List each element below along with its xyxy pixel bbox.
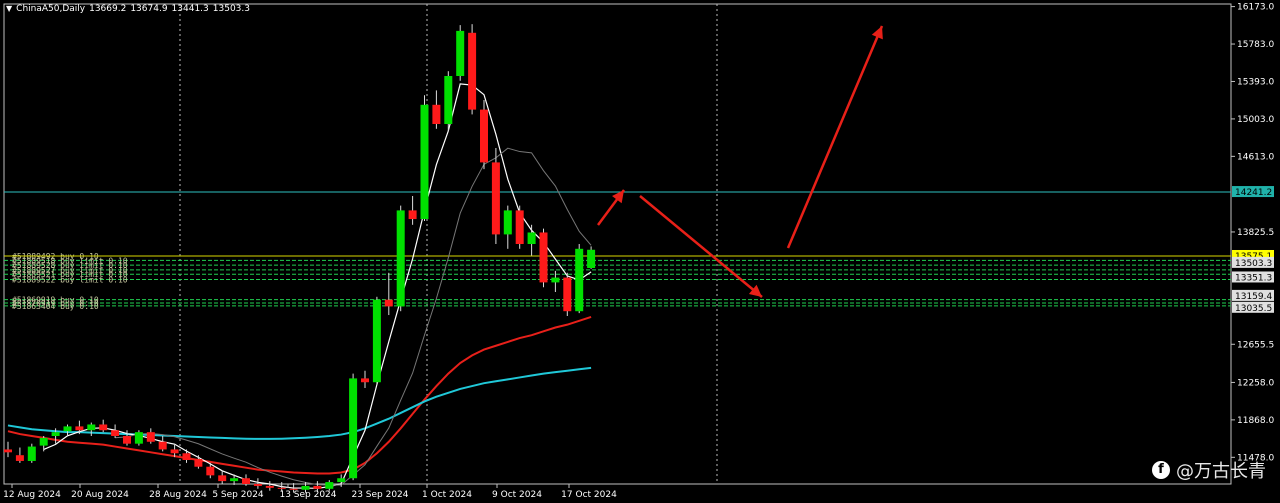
symbol-label: ChinaA50,Daily	[16, 4, 86, 14]
candle-body	[587, 249, 596, 268]
candle-body	[372, 299, 381, 383]
candle-body	[87, 424, 96, 431]
price-tag-label: 13159.4	[1235, 292, 1272, 302]
chart-header: ▼ ChinaA50,Daily 13669.2 13674.9 13441.3 1350…	[6, 4, 254, 14]
candle-body	[158, 441, 167, 450]
candle-body	[408, 210, 417, 220]
candle-body	[337, 478, 346, 483]
candle-body	[253, 484, 262, 486]
candle-body	[123, 436, 131, 444]
x-tick-label: 9 Oct 2024	[492, 490, 542, 500]
y-tick-label: 11868.0	[1237, 416, 1274, 426]
order-label: #51889522 buy limit 0.10	[12, 276, 128, 285]
high-value: 13674.9	[130, 4, 168, 14]
candle-body	[265, 485, 274, 488]
open-value: 13669.2	[89, 4, 127, 14]
price-tag-label: 13035.5	[1235, 304, 1272, 314]
x-tick-label: 28 Aug 2024	[149, 490, 207, 500]
candle-body	[15, 455, 24, 461]
x-tick-label: 12 Aug 2024	[3, 490, 61, 500]
x-tick-label: 1 Oct 2024	[422, 490, 472, 500]
candle-body	[134, 432, 143, 444]
plot-frame	[3, 3, 1232, 485]
candle-body	[39, 437, 48, 446]
watermark-text: @万古长青	[1176, 461, 1266, 482]
candle-body	[206, 466, 215, 476]
candle-body	[539, 232, 548, 283]
candle-body	[480, 109, 488, 163]
price-tag-label: 13503.3	[1235, 259, 1272, 269]
candle-body	[503, 210, 512, 235]
candle-body	[349, 378, 358, 479]
candle-body	[51, 432, 60, 436]
candle-body	[551, 277, 560, 283]
moving-average-line	[7, 316, 592, 475]
y-tick-label: 15003.0	[1237, 115, 1274, 125]
y-tick-label: 16173.0	[1237, 3, 1274, 13]
close-value: 13503.3	[212, 4, 250, 14]
candle-body	[396, 210, 405, 307]
y-tick-label: 14613.0	[1237, 152, 1274, 162]
candle-body	[4, 449, 12, 453]
candle-body	[75, 426, 84, 431]
candle-body	[325, 482, 334, 489]
candle-body	[242, 478, 250, 484]
price-tag-label: 13351.3	[1235, 273, 1272, 283]
candle-body	[277, 487, 286, 489]
facebook-icon: f	[1152, 461, 1170, 479]
x-tick-label: 5 Sep 2024	[212, 490, 264, 500]
y-tick-label: 15393.0	[1237, 77, 1274, 87]
trend-arrow	[786, 25, 884, 249]
order-label: #51863404 buy 0.10	[12, 302, 99, 311]
price-tag-label: 14241.2	[1235, 188, 1272, 198]
candle-body	[432, 104, 441, 124]
candle-body	[230, 478, 239, 482]
candle-body	[361, 378, 369, 383]
candle-body	[182, 453, 191, 460]
candle-body	[491, 162, 500, 235]
low-value: 13441.3	[171, 4, 209, 14]
collapse-triangle-icon[interactable]: ▼	[6, 4, 12, 13]
candle-body	[420, 104, 429, 220]
candle-body	[218, 475, 227, 482]
candle-body	[194, 459, 203, 467]
candle-body	[63, 426, 72, 432]
trend-arrow	[639, 195, 763, 298]
candle-body	[444, 76, 453, 124]
y-tick-label: 12655.5	[1237, 340, 1274, 350]
candle-body	[170, 449, 179, 454]
candle-body	[515, 210, 524, 244]
candle-body	[575, 248, 584, 312]
candle-body	[27, 446, 36, 461]
watermark: f @万古长青	[1152, 457, 1266, 483]
candle-body	[146, 432, 155, 442]
x-tick-label: 20 Aug 2024	[71, 490, 129, 500]
candle-body	[111, 430, 120, 436]
x-tick-label: 13 Sep 2024	[279, 490, 336, 500]
y-tick-label: 15783.0	[1237, 40, 1274, 50]
candle-body	[563, 277, 572, 312]
candle-body	[313, 485, 322, 489]
candle-body	[384, 299, 393, 307]
x-tick-label: 17 Oct 2024	[561, 490, 617, 500]
candle-body	[456, 30, 465, 77]
candle-body	[527, 232, 536, 244]
candle-body	[99, 424, 108, 431]
y-tick-label: 12258.0	[1237, 378, 1274, 388]
x-tick-label: 23 Sep 2024	[351, 490, 408, 500]
candle-body	[468, 32, 477, 110]
price-chart[interactable]: #51889492 buy 0.10#51889518 buy limit 0.…	[0, 0, 1280, 503]
y-tick-label: 13825.5	[1237, 228, 1274, 238]
fast-ma-line	[43, 83, 592, 489]
